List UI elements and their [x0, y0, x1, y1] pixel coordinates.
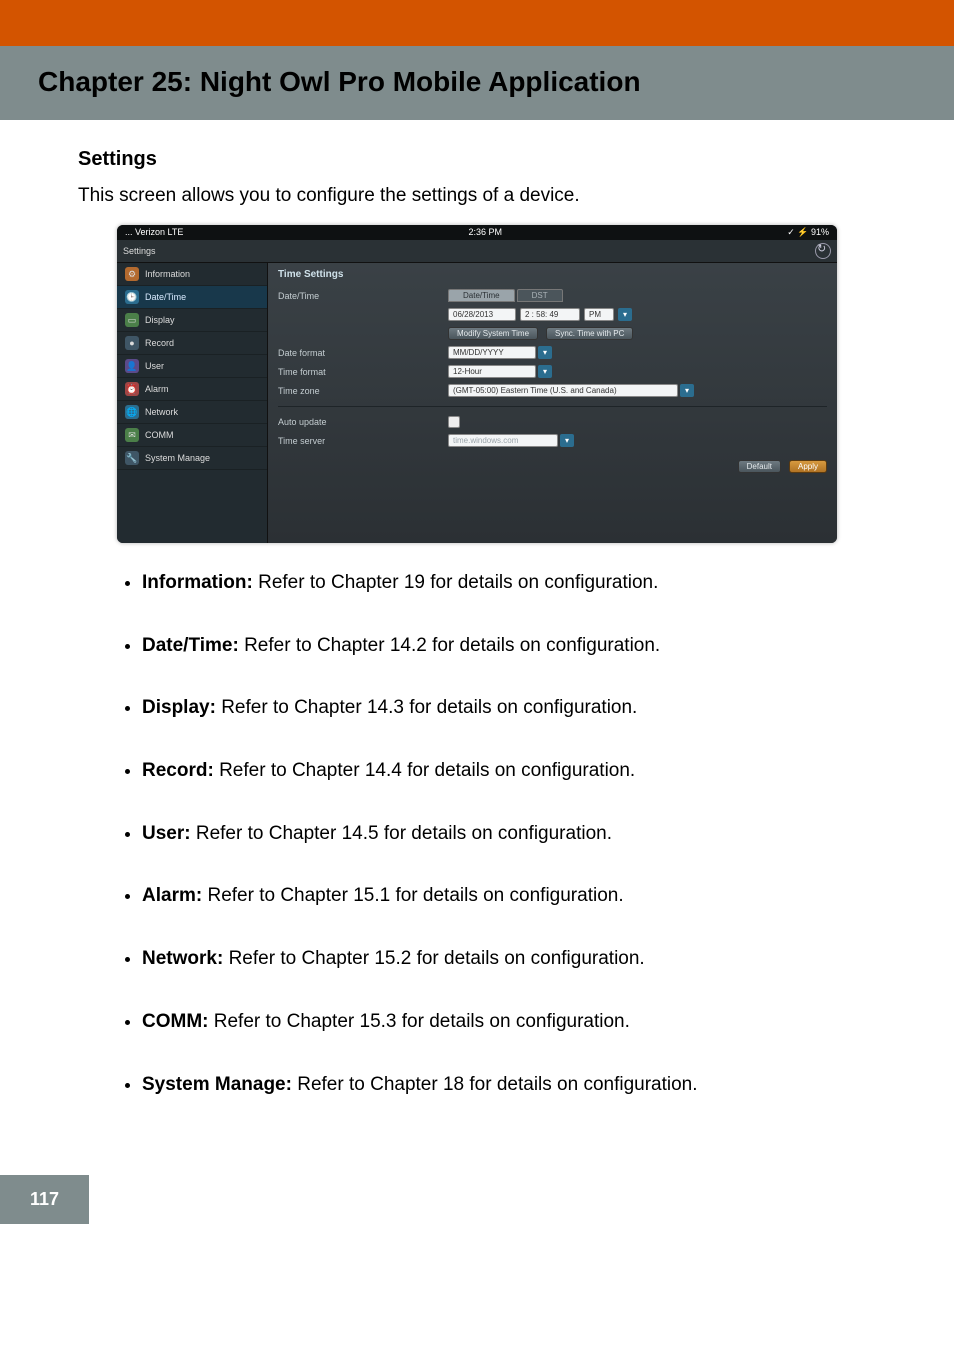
section-heading: Settings: [78, 148, 876, 171]
ampm-dropdown-icon[interactable]: ▾: [618, 308, 632, 321]
time-format-value[interactable]: 12-Hour: [448, 365, 536, 378]
refresh-icon[interactable]: [815, 243, 831, 259]
tab-dst[interactable]: DST: [517, 289, 563, 302]
sidebar-item-label: COMM: [145, 430, 174, 440]
auto-update-label: Auto update: [278, 417, 448, 427]
bullet-text: Refer to Chapter 15.1 for details on con…: [202, 885, 623, 906]
list-item: Alarm: Refer to Chapter 15.1 for details…: [142, 884, 876, 909]
sidebar-item-user[interactable]: 👤 User: [117, 355, 267, 378]
alarm-icon: ⏰: [125, 382, 139, 396]
sidebar-item-label: Record: [145, 338, 174, 348]
sidebar-item-alarm[interactable]: ⏰ Alarm: [117, 378, 267, 401]
sidebar-item-label: Display: [145, 315, 175, 325]
time-server-value[interactable]: time.windows.com: [448, 434, 558, 447]
sidebar-item-information[interactable]: ⚙ Information: [117, 263, 267, 286]
bullet-text: Refer to Chapter 15.3 for details on con…: [208, 1011, 629, 1032]
user-icon: 👤: [125, 359, 139, 373]
list-item: COMM: Refer to Chapter 15.3 for details …: [142, 1010, 876, 1035]
time-zone-value[interactable]: (GMT-05:00) Eastern Time (U.S. and Canad…: [448, 384, 678, 397]
bullet-term: User:: [142, 823, 191, 844]
sidebar-item-network[interactable]: 🌐 Network: [117, 401, 267, 424]
status-carrier: ... Verizon LTE: [125, 227, 183, 238]
chapter-title: Chapter 25: Night Owl Pro Mobile Applica…: [38, 66, 916, 98]
bullet-text: Refer to Chapter 14.3 for details on con…: [216, 697, 637, 718]
time-zone-label: Time zone: [278, 386, 448, 396]
date-format-value[interactable]: MM/DD/YYYY: [448, 346, 536, 359]
bullet-term: Alarm:: [142, 885, 202, 906]
settings-sidebar: ⚙ Information 🕒 Date/Time ▭ Display ● Re…: [117, 263, 268, 543]
sync-time-with-pc-button[interactable]: Sync. Time with PC: [546, 327, 633, 340]
bullet-text: Refer to Chapter 19 for details on confi…: [253, 572, 659, 593]
bullet-text: Refer to Chapter 15.2 for details on con…: [223, 948, 644, 969]
time-server-label: Time server: [278, 436, 448, 446]
gear-icon: ⚙: [125, 267, 139, 281]
sidebar-item-label: System Manage: [145, 453, 210, 463]
sidebar-item-label: Date/Time: [145, 292, 186, 302]
sidebar-item-label: User: [145, 361, 164, 371]
bullet-term: Information:: [142, 572, 253, 593]
sidebar-item-display[interactable]: ▭ Display: [117, 309, 267, 332]
panel-title: Time Settings: [278, 269, 827, 280]
settings-panel: Time Settings Date/Time Date/Time DST 06…: [268, 263, 837, 543]
time-input[interactable]: 2 : 58: 49: [520, 308, 580, 321]
list-item: Network: Refer to Chapter 15.2 for detai…: [142, 947, 876, 972]
list-item: Date/Time: Refer to Chapter 14.2 for det…: [142, 634, 876, 659]
bullet-term: Date/Time:: [142, 635, 239, 656]
bullet-term: Network:: [142, 948, 223, 969]
record-icon: ●: [125, 336, 139, 350]
bullet-term: Record:: [142, 760, 214, 781]
dropdown-icon[interactable]: ▾: [560, 434, 574, 447]
chapter-title-bar: Chapter 25: Night Owl Pro Mobile Applica…: [0, 46, 954, 120]
network-icon: 🌐: [125, 405, 139, 419]
sidebar-item-label: Network: [145, 407, 178, 417]
display-icon: ▭: [125, 313, 139, 327]
sidebar-item-label: Alarm: [145, 384, 169, 394]
list-item: Information: Refer to Chapter 19 for det…: [142, 571, 876, 596]
sidebar-item-comm[interactable]: ✉ COMM: [117, 424, 267, 447]
list-item: User: Refer to Chapter 14.5 for details …: [142, 822, 876, 847]
dropdown-icon[interactable]: ▾: [538, 365, 552, 378]
bullet-term: COMM:: [142, 1011, 208, 1032]
bullet-text: Refer to Chapter 18 for details on confi…: [292, 1074, 698, 1095]
ampm-label: PM: [584, 308, 614, 321]
bullet-text: Refer to Chapter 14.5 for details on con…: [191, 823, 612, 844]
sidebar-item-system-manage[interactable]: 🔧 System Manage: [117, 447, 267, 470]
dropdown-icon[interactable]: ▾: [680, 384, 694, 397]
list-item: Record: Refer to Chapter 14.4 for detail…: [142, 759, 876, 784]
status-time: 2:36 PM: [469, 227, 503, 238]
date-input[interactable]: 06/28/2013: [448, 308, 516, 321]
section-intro: This screen allows you to configure the …: [78, 185, 876, 207]
bullet-term: System Manage:: [142, 1074, 292, 1095]
clock-icon: 🕒: [125, 290, 139, 304]
tab-datetime[interactable]: Date/Time: [448, 289, 515, 302]
sidebar-item-datetime[interactable]: 🕒 Date/Time: [117, 286, 267, 309]
auto-update-checkbox[interactable]: [448, 416, 460, 428]
sidebar-item-label: Information: [145, 269, 190, 279]
bullet-text: Refer to Chapter 14.4 for details on con…: [214, 760, 635, 781]
bullet-text: Refer to Chapter 14.2 for details on con…: [239, 635, 660, 656]
comm-icon: ✉: [125, 428, 139, 442]
reference-list: Information: Refer to Chapter 19 for det…: [78, 571, 876, 1097]
list-item: Display: Refer to Chapter 14.3 for detai…: [142, 696, 876, 721]
list-item: System Manage: Refer to Chapter 18 for d…: [142, 1073, 876, 1098]
apply-button[interactable]: Apply: [789, 460, 827, 473]
page-number: 117: [0, 1175, 89, 1224]
row-datetime-label: Date/Time: [278, 291, 448, 301]
top-orange-band: [0, 0, 954, 46]
date-format-label: Date format: [278, 348, 448, 358]
sidebar-item-record[interactable]: ● Record: [117, 332, 267, 355]
bullet-term: Display:: [142, 697, 216, 718]
app-screenshot: ... Verizon LTE 2:36 PM ✓ ⚡ 91% Settings…: [117, 225, 837, 543]
status-battery: ✓ ⚡ 91%: [787, 227, 829, 238]
wrench-icon: 🔧: [125, 451, 139, 465]
dropdown-icon[interactable]: ▾: [538, 346, 552, 359]
default-button[interactable]: Default: [738, 460, 781, 473]
panel-separator: [278, 406, 827, 407]
settings-row-label: Settings: [123, 246, 156, 256]
time-format-label: Time format: [278, 367, 448, 377]
modify-system-time-button[interactable]: Modify System Time: [448, 327, 538, 340]
